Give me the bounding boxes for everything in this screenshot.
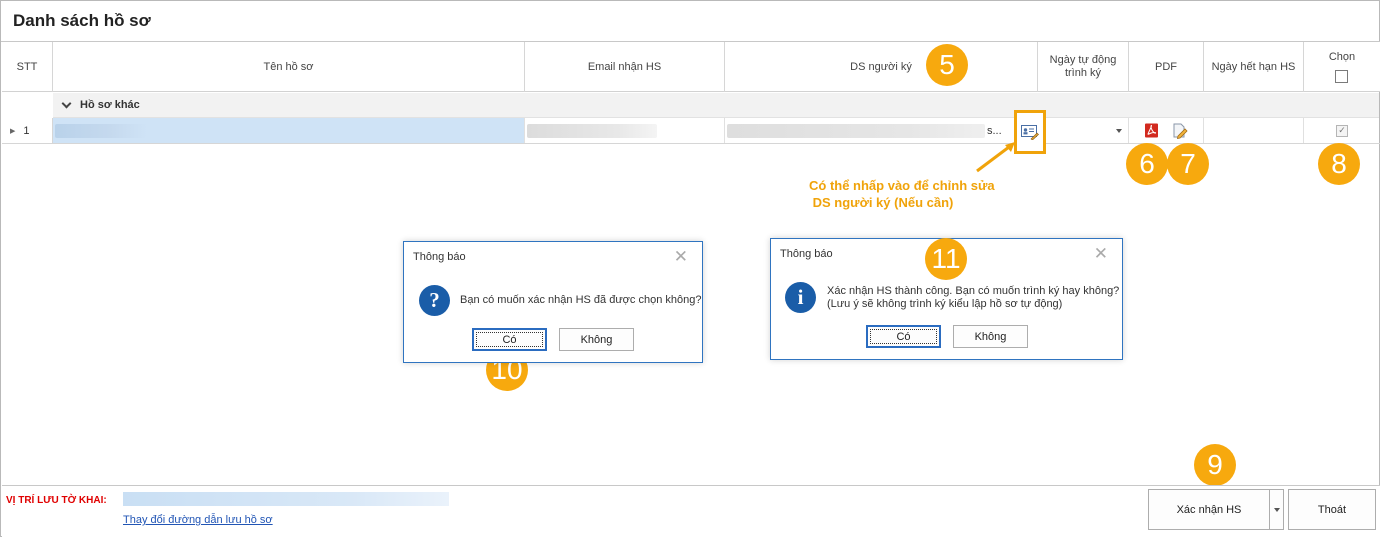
- step-badge-7: 7: [1167, 143, 1209, 185]
- ds-nguoi-ky-suffix: s...: [987, 124, 1002, 137]
- grid-header: STT Tên hồ sơ Email nhận HS DS người ký …: [2, 42, 1380, 92]
- col-header-stt[interactable]: STT: [2, 42, 53, 92]
- confirm-dialog-message: Bạn có muốn xác nhận HS đã được chọn khô…: [460, 294, 702, 306]
- col-header-ten-ho-so[interactable]: Tên hồ sơ: [53, 42, 525, 92]
- chevron-down-icon[interactable]: [61, 98, 72, 109]
- page-title: Danh sách hồ sơ: [13, 11, 151, 30]
- cell-ngay-tu-dong-trinh-ky[interactable]: [1038, 118, 1129, 143]
- confirm-dialog: Thông báo ✕ ? Bạn có muốn xác nhận HS đã…: [403, 241, 703, 363]
- location-path-redacted: [123, 492, 449, 506]
- table-row[interactable]: ▶ 1 s... ✓: [2, 118, 1380, 144]
- confirm-hs-dropdown[interactable]: [1269, 489, 1284, 530]
- col-header-ds-nguoi-ky[interactable]: DS người ký: [725, 42, 1038, 92]
- cell-chon[interactable]: ✓: [1304, 118, 1380, 143]
- row-stt: 1: [23, 124, 30, 137]
- row-header[interactable]: ▶ 1: [2, 118, 53, 143]
- dropdown-arrow-icon[interactable]: [1116, 128, 1122, 133]
- cell-ngay-het-han-hs[interactable]: [1204, 118, 1304, 143]
- email-redacted: [527, 123, 657, 138]
- success-yes-button[interactable]: Có: [866, 325, 941, 348]
- exit-button[interactable]: Thoát: [1288, 489, 1376, 530]
- location-label: VỊ TRÍ LƯU TỜ KHAI:: [6, 495, 107, 506]
- pdf-icon[interactable]: [1144, 123, 1159, 138]
- col-header-chon-label: Chọn: [1328, 51, 1356, 63]
- ds-nguoi-ky-redacted: [727, 123, 985, 138]
- edit-signers-icon: [1021, 125, 1039, 140]
- step-badge-11: 11: [925, 238, 967, 280]
- question-icon: ?: [419, 285, 450, 316]
- row-select-checkbox[interactable]: ✓: [1336, 124, 1348, 137]
- change-path-link[interactable]: Thay đổi đường dẫn lưu hồ sơ: [123, 514, 273, 526]
- close-icon[interactable]: ✕: [1094, 245, 1108, 262]
- group-label: Hồ sơ khác: [80, 99, 140, 111]
- confirm-yes-button[interactable]: Có: [472, 328, 547, 351]
- col-header-ngay-het-han-hs[interactable]: Ngày hết hạn HS: [1204, 42, 1304, 92]
- group-row[interactable]: Hồ sơ khác: [53, 93, 1379, 118]
- main-window: Danh sách hồ sơ STT Tên hồ sơ Email nhận…: [0, 0, 1380, 537]
- pointer-arrow-icon: [976, 142, 1015, 173]
- success-dialog-message-line1: Xác nhận HS thành công. Bạn có muốn trìn…: [827, 285, 1120, 297]
- row-indicator-icon: ▶: [10, 127, 16, 135]
- chevron-down-icon: [1273, 507, 1280, 512]
- edit-signers-note: Có thể nhấp vào để chỉnh sửa DS người ký…: [809, 178, 995, 210]
- footer: VỊ TRÍ LƯU TỜ KHAI: Thay đổi đường dẫn l…: [2, 485, 1380, 537]
- success-dialog-message-line2: (Lưu ý sẽ không trình ký kiểu lập hồ sơ …: [827, 298, 1063, 310]
- ten-ho-so-redacted: [55, 123, 147, 138]
- col-header-pdf[interactable]: PDF: [1129, 42, 1204, 92]
- cell-pdf: [1129, 118, 1204, 143]
- success-dialog-title: Thông báo: [780, 248, 833, 260]
- step-badge-5: 5: [926, 44, 968, 86]
- success-no-button[interactable]: Không: [953, 325, 1028, 348]
- col-header-chon: Chọn: [1304, 42, 1380, 92]
- close-icon[interactable]: ✕: [674, 248, 688, 265]
- confirm-no-button[interactable]: Không: [559, 328, 634, 351]
- cell-email-nhan-hs[interactable]: [525, 118, 725, 143]
- info-icon: i: [785, 282, 816, 313]
- cell-ten-ho-so[interactable]: [53, 118, 525, 143]
- confirm-dialog-title: Thông báo: [413, 251, 466, 263]
- step-badge-9: 9: [1194, 444, 1236, 486]
- step-badge-8: 8: [1318, 143, 1360, 185]
- col-header-email-nhan-hs[interactable]: Email nhận HS: [525, 42, 725, 92]
- confirm-hs-button[interactable]: Xác nhận HS: [1148, 489, 1270, 530]
- select-all-checkbox[interactable]: [1335, 70, 1349, 83]
- edit-document-icon[interactable]: [1172, 123, 1188, 139]
- col-header-ngay-tu-dong-trinh-ky[interactable]: Ngày tự động trình ký: [1038, 42, 1129, 92]
- step-badge-6: 6: [1126, 143, 1168, 185]
